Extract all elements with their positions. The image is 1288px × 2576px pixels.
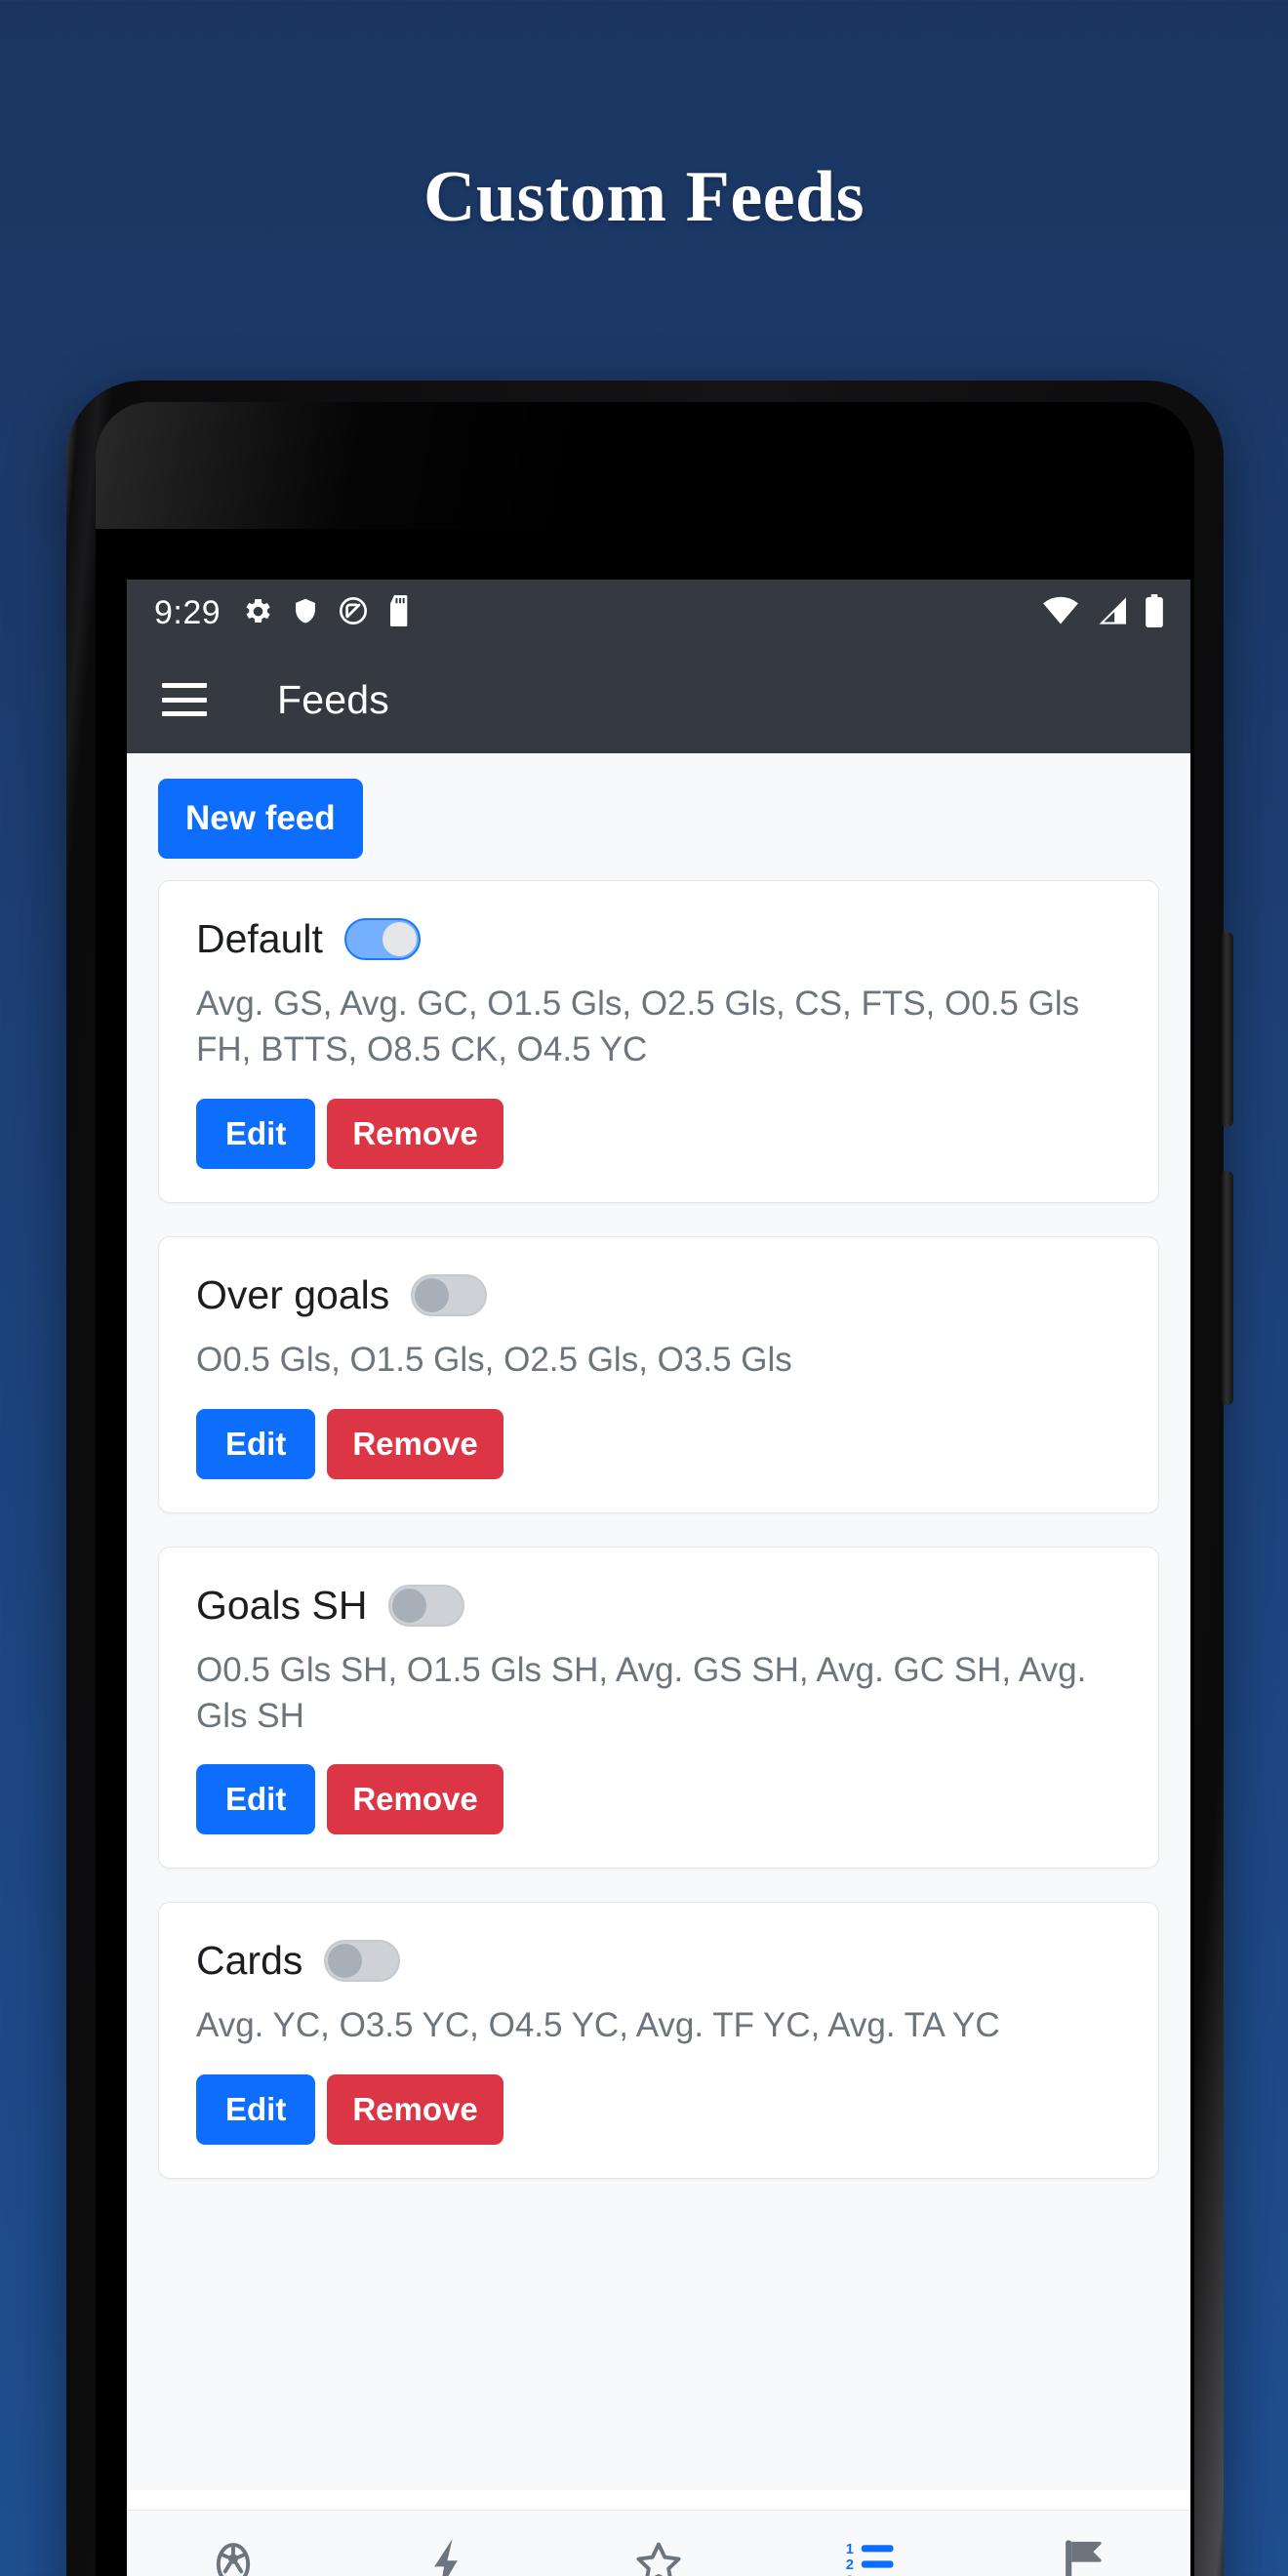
feed-description: O0.5 Gls, O1.5 Gls, O2.5 Gls, O3.5 Gls	[196, 1340, 792, 1379]
lightning-bolt-icon	[423, 2538, 469, 2576]
remove-feed-button[interactable]: Remove	[327, 1098, 503, 1169]
app-bar: Feeds	[127, 646, 1190, 753]
feed-name: Over goals	[196, 1271, 390, 1317]
feed-card: Cards Avg. YC, O3.5 YC, O4.5 YC, Avg. TF…	[158, 1902, 1159, 2180]
remove-feed-button[interactable]: Remove	[327, 1408, 503, 1479]
sd-card-icon	[387, 594, 413, 631]
do-not-disturb-icon	[338, 595, 369, 631]
feed-name: Default	[196, 916, 323, 961]
feeds-list-container: New feed Default Avg. GS, Avg. GC, O1.5 …	[127, 753, 1190, 2490]
feed-card-actions: Edit Remove	[196, 1764, 1121, 1835]
new-feed-button[interactable]: New feed	[158, 779, 363, 859]
flag-icon	[1061, 2538, 1107, 2576]
ordered-list-icon: 1 2 3	[845, 2538, 898, 2576]
feed-card-header: Cards	[196, 1938, 1121, 1984]
feed-card-header: Default	[196, 916, 1121, 962]
remove-feed-button[interactable]: Remove	[327, 1764, 503, 1835]
feed-description: Avg. YC, O3.5 YC, O4.5 YC, Avg. TF YC, A…	[196, 2006, 1000, 2045]
nav-item-fixtures[interactable]: Fixtures	[127, 2538, 340, 2576]
nav-item-live[interactable]: Live	[340, 2538, 552, 2576]
feed-enabled-toggle[interactable]	[343, 918, 421, 960]
app-bar-title: Feeds	[277, 676, 389, 722]
feed-name: Goals SH	[196, 1582, 368, 1628]
page-title: Custom Feeds	[423, 157, 865, 237]
feed-card: Default Avg. GS, Avg. GC, O1.5 Gls, O2.5…	[158, 880, 1159, 1203]
feed-card: Goals SH O0.5 Gls SH, O1.5 Gls SH, Avg. …	[158, 1546, 1159, 1870]
gear-icon	[242, 595, 273, 631]
feed-enabled-toggle[interactable]	[388, 1584, 465, 1627]
phone-volume-button[interactable]	[1222, 1171, 1233, 1405]
nav-item-leagues[interactable]: Leagues	[978, 2538, 1190, 2576]
feed-card-actions: Edit Remove	[196, 1408, 1121, 1479]
star-outline-icon	[632, 2538, 685, 2576]
feed-description: O0.5 Gls SH, O1.5 Gls SH, Avg. GS SH, Av…	[196, 1650, 1087, 1735]
nav-item-feeds[interactable]: 1 2 3 Feeds	[765, 2538, 978, 2576]
hamburger-menu-icon[interactable]	[162, 683, 207, 716]
nav-item-my-games[interactable]: My games	[552, 2538, 765, 2576]
feed-enabled-toggle[interactable]	[411, 1273, 488, 1316]
svg-text:2: 2	[846, 2557, 854, 2573]
battery-icon	[1144, 593, 1165, 632]
phone-screen: 9:29 Feeds New feed Default Avg. GS, Avg…	[127, 580, 1190, 2576]
new-feed-toolbar: New feed	[127, 779, 1190, 880]
edit-feed-button[interactable]: Edit	[196, 2074, 316, 2146]
edit-feed-button[interactable]: Edit	[196, 1098, 316, 1169]
wifi-icon	[1042, 596, 1079, 630]
feed-description: Avg. GS, Avg. GC, O1.5 Gls, O2.5 Gls, CS…	[196, 985, 1080, 1068]
status-bar-system-icons	[1042, 593, 1165, 632]
feed-card-actions: Edit Remove	[196, 2074, 1121, 2146]
feed-card-header: Goals SH	[196, 1583, 1121, 1629]
screen-glass-reflection	[96, 402, 1194, 529]
soccer-ball-icon	[208, 2538, 259, 2576]
edit-feed-button[interactable]: Edit	[196, 1408, 316, 1479]
phone-mockup: 9:29 Feeds New feed Default Avg. GS, Avg…	[66, 381, 1233, 2576]
svg-text:1: 1	[846, 2542, 854, 2557]
status-bar: 9:29	[127, 580, 1190, 646]
edit-feed-button[interactable]: Edit	[196, 1764, 316, 1835]
remove-feed-button[interactable]: Remove	[327, 2074, 503, 2146]
phone-power-button[interactable]	[1222, 932, 1233, 1127]
feed-card: Over goals O0.5 Gls, O1.5 Gls, O2.5 Gls,…	[158, 1235, 1159, 1513]
feed-enabled-toggle[interactable]	[324, 1940, 401, 1983]
feed-name: Cards	[196, 1938, 303, 1984]
feed-card-actions: Edit Remove	[196, 1098, 1121, 1169]
feed-card-header: Over goals	[196, 1272, 1121, 1318]
status-bar-notification-icons	[242, 594, 413, 631]
bottom-navigation-bar: Fixtures Live My	[127, 2510, 1190, 2576]
shield-icon	[292, 595, 319, 631]
status-bar-clock: 9:29	[154, 593, 221, 631]
phone-bezel: 9:29 Feeds New feed Default Avg. GS, Avg…	[96, 402, 1194, 2576]
cellular-signal-icon	[1095, 596, 1128, 630]
